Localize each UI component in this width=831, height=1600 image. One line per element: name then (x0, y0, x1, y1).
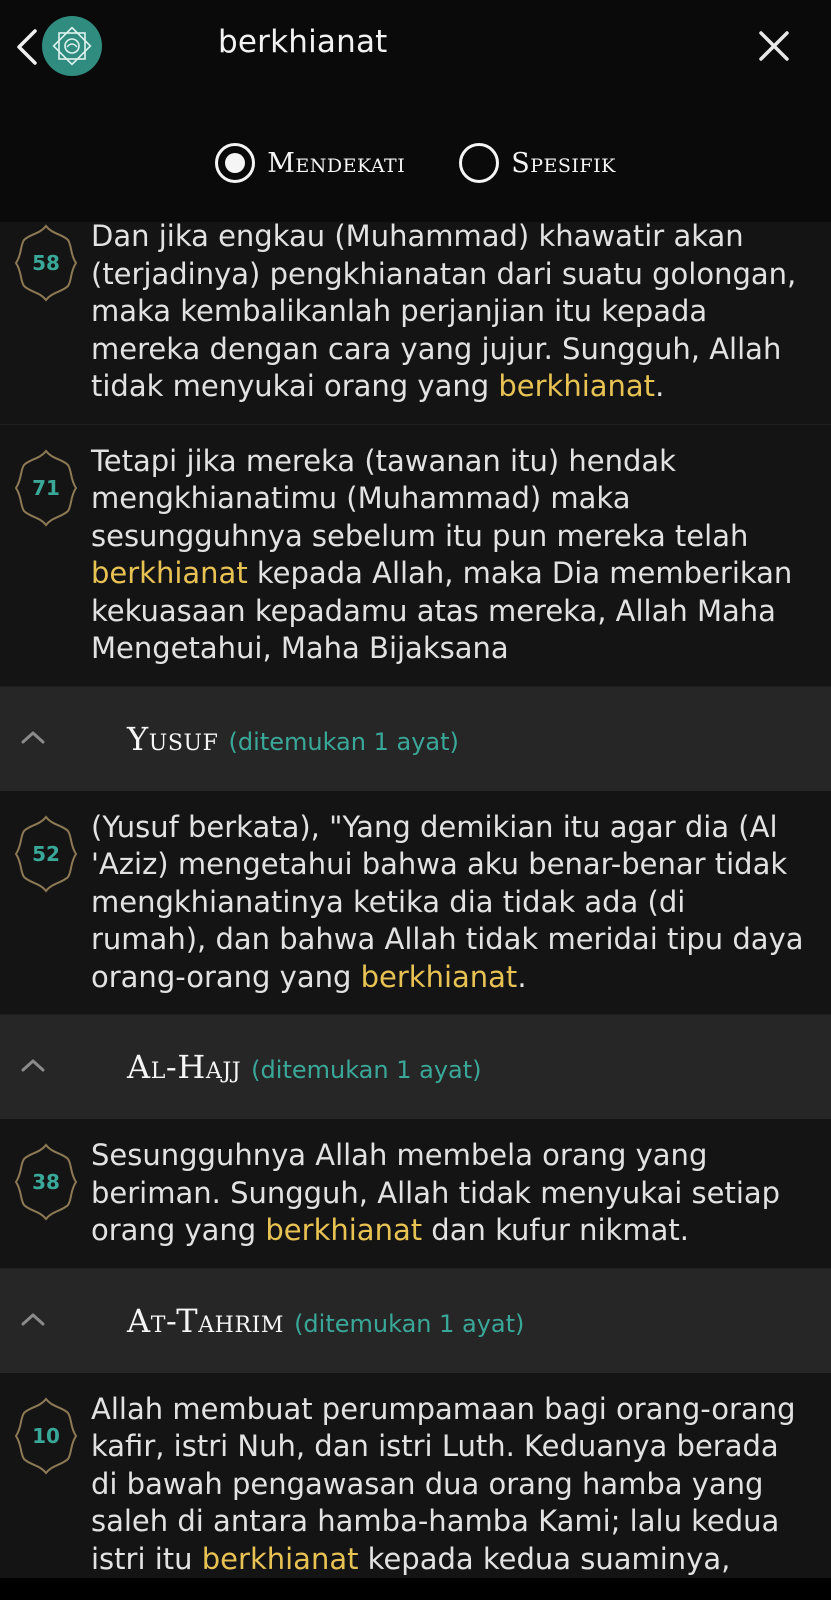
ayah-text: Tetapi jika mereka (tawanan itu) hendak … (91, 443, 793, 666)
back-button[interactable] (10, 22, 44, 72)
ayah-number-badge: 71 (10, 447, 82, 529)
surah-header-al-hajj[interactable]: Al-Hajj (ditemukan 1 ayat) (0, 1015, 831, 1119)
search-match: berkhianat (265, 1213, 423, 1247)
ayah-item[interactable]: 52 (Yusuf berkata), "Yang demikian itu a… (0, 790, 831, 1015)
ayah-number-badge: 10 (10, 1395, 82, 1477)
app-bar: berkhianat Mendekati Spesifik (0, 0, 831, 222)
ayah-item[interactable]: 58 Dan jika engkau (Muhammad) khawatir a… (0, 222, 831, 425)
search-mode-group: Mendekati Spesifik (0, 140, 831, 186)
ayah-text: (Yusuf berkata), "Yang demikian itu agar… (91, 809, 804, 994)
surah-header-yusuf[interactable]: Yusuf (ditemukan 1 ayat) (0, 686, 831, 791)
radio-mendekati[interactable]: Mendekati (215, 143, 405, 183)
chevron-up-icon[interactable] (18, 1305, 48, 1335)
chevron-left-icon (17, 29, 37, 65)
search-match: berkhianat (201, 1541, 359, 1576)
ayah-number-badge: 58 (10, 222, 82, 304)
search-match: berkhianat (91, 556, 248, 590)
search-match: berkhianat (360, 959, 518, 994)
radio-spesifik[interactable]: Spesifik (459, 143, 616, 183)
surah-title: Al-Hajj (ditemukan 1 ayat) (127, 1048, 482, 1086)
surah-match-count: (ditemukan 1 ayat) (294, 1309, 525, 1338)
radio-selected-icon (215, 143, 256, 183)
ayah-number-badge: 38 (10, 1141, 82, 1223)
clear-search-button[interactable] (754, 26, 794, 66)
radio-label: Spesifik (511, 147, 616, 179)
search-query[interactable]: berkhianat (218, 24, 388, 60)
surah-match-count: (ditemukan 1 ayat) (228, 727, 459, 756)
radio-unselected-icon (459, 143, 500, 183)
chevron-up-icon[interactable] (18, 723, 48, 753)
radio-label: Mendekati (267, 147, 406, 179)
search-match: berkhianat (498, 369, 656, 403)
ayah-item[interactable]: 10 Allah membuat perumpamaan bagi orang-… (0, 1372, 831, 1578)
surah-header-at-tahrim[interactable]: At-Tahrim (ditemukan 1 ayat) (0, 1268, 831, 1373)
ayah-number-badge: 52 (10, 813, 82, 895)
ayah-text: Dan jika engkau (Muhammad) khawatir akan… (91, 222, 797, 403)
results-list[interactable]: 58 Dan jika engkau (Muhammad) khawatir a… (0, 222, 831, 1578)
ayah-item[interactable]: 38 Sesungguhnya Allah membela orang yang… (0, 1119, 831, 1269)
close-icon (759, 31, 789, 61)
ayah-text: Sesungguhnya Allah membela orang yang be… (91, 1138, 781, 1247)
surah-title: Yusuf (ditemukan 1 ayat) (127, 719, 459, 758)
ayah-item[interactable]: 71 Tetapi jika mereka (tawanan itu) hend… (0, 424, 831, 687)
surah-match-count: (ditemukan 1 ayat) (251, 1056, 482, 1084)
chevron-up-icon[interactable] (18, 1051, 48, 1081)
surah-title: At-Tahrim (ditemukan 1 ayat) (127, 1301, 525, 1340)
ayah-text: Allah membuat perumpamaan bagi orang-ora… (91, 1391, 796, 1576)
system-nav-bar (0, 1578, 831, 1600)
quran-logo-icon[interactable] (42, 16, 102, 76)
